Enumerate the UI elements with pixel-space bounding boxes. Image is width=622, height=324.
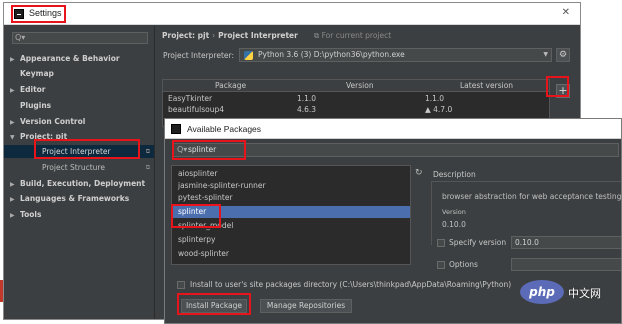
column-header-version[interactable]: Version	[346, 81, 374, 90]
sidebar-item-label: Plugins	[20, 101, 52, 110]
sidebar-item-languages[interactable]: ▶ Languages & Frameworks	[10, 192, 129, 205]
collapse-arrow-icon: ▼	[10, 134, 15, 141]
sidebar-item-project-structure[interactable]: Project Structure ⧉	[42, 161, 154, 174]
specify-version-label: Specify version	[449, 238, 507, 247]
interpreter-label: Project Interpreter:	[163, 51, 234, 60]
expand-arrow-icon: ▶	[10, 196, 15, 203]
sidebar-item-label: Project: pjt	[20, 132, 68, 141]
php-logo: php	[520, 280, 564, 304]
refresh-icon[interactable]: ↻	[415, 168, 423, 178]
interpreter-select[interactable]: Python 3.6 (3) D:\python36\python.exe ▼	[239, 48, 552, 62]
gear-icon[interactable]: ⚙	[556, 48, 570, 62]
list-item-selected[interactable]: splinter	[172, 206, 410, 218]
install-site-label: Install to user's site packages director…	[190, 280, 512, 289]
list-item[interactable]: splinter_model	[172, 220, 410, 232]
pycharm-app-icon	[171, 124, 181, 134]
list-item[interactable]: pytest-splinter	[172, 192, 410, 204]
column-header-latest[interactable]: Latest version	[460, 81, 513, 90]
sidebar-item-label: Project Structure	[42, 163, 105, 172]
breadcrumb-project[interactable]: Project: pjt	[162, 31, 209, 40]
specify-version-input[interactable]: 0.10.0	[511, 236, 621, 249]
table-row[interactable]: EasyTkinter 1.1.0 1.1.0	[163, 94, 549, 104]
sidebar-item-label: Languages & Frameworks	[20, 194, 130, 203]
sidebar-item-label: Tools	[20, 210, 42, 219]
package-latest: ▲ 4.7.0	[425, 105, 453, 114]
pycharm-app-icon	[14, 9, 24, 19]
options-label: Options	[449, 260, 478, 269]
version-label: Version	[442, 208, 466, 216]
package-version: 1.1.0	[297, 94, 317, 103]
available-packages-list: aiosplinter jasmine-splinter-runner pyte…	[171, 165, 411, 265]
sidebar-item-label: Keymap	[20, 69, 54, 78]
package-version: 4.6.3	[297, 105, 317, 114]
package-name: beautifulsoup4	[168, 105, 225, 114]
description-label: Description	[433, 170, 476, 179]
sidebar-item-plugins[interactable]: Plugins	[20, 99, 51, 112]
search-icon: Q▾	[177, 145, 188, 154]
copy-icon: ⧉	[145, 164, 150, 171]
interpreter-value: Python 3.6 (3) D:\python36\python.exe	[258, 50, 405, 59]
sidebar-item-keymap[interactable]: Keymap	[20, 67, 54, 80]
expand-arrow-icon: ▶	[10, 181, 15, 188]
edge-mark	[0, 280, 3, 302]
sidebar-item-appearance[interactable]: ▶ Appearance & Behavior	[10, 52, 120, 65]
sidebar-item-version-control[interactable]: ▶ Version Control	[10, 115, 85, 128]
sidebar-item-project-interpreter[interactable]: Project Interpreter ⧉	[42, 145, 154, 158]
search-icon: Q▾	[15, 33, 26, 42]
copy-icon: ⧉	[145, 148, 150, 155]
install-package-button[interactable]: Install Package	[181, 299, 247, 313]
sidebar-item-label: Build, Execution, Deployment	[20, 179, 146, 188]
settings-search-input[interactable]: Q▾	[12, 32, 148, 44]
expand-arrow-icon: ▶	[10, 56, 15, 63]
close-icon[interactable]: ✕	[562, 7, 570, 18]
breadcrumb: Project: pjt › Project Interpreter ⧉ For cu…	[162, 31, 391, 43]
php-watermark: php 中文网	[520, 280, 616, 306]
list-item[interactable]: jasmine-splinter-runner	[172, 180, 410, 192]
for-current-project-note: ⧉ For current project	[313, 31, 392, 40]
breadcrumb-page: Project Interpreter	[218, 31, 298, 40]
sidebar-item-label: Appearance & Behavior	[20, 54, 120, 63]
expand-arrow-icon: ▶	[10, 119, 15, 126]
version-value: 0.10.0	[442, 220, 466, 229]
settings-sidebar: Q▾ ▶ Appearance & Behavior Keymap ▶ Editor…	[4, 26, 155, 319]
sidebar-item-build[interactable]: ▶ Build, Execution, Deployment	[10, 177, 145, 190]
package-name: EasyTkinter	[168, 94, 213, 103]
sidebar-item-tools[interactable]: ▶ Tools	[10, 208, 41, 221]
sidebar-item-label: Version Control	[20, 117, 86, 126]
chevron-down-icon: ▼	[543, 51, 548, 58]
table-row[interactable]: beautifulsoup4 4.6.3 ▲ 4.7.0	[163, 105, 549, 115]
settings-titlebar: Settings ✕	[4, 3, 580, 25]
package-latest: 1.1.0	[425, 94, 445, 103]
sidebar-item-project[interactable]: ▼ Project: pjt	[10, 130, 67, 143]
add-package-button[interactable]: +	[556, 84, 570, 98]
install-site-checkbox[interactable]	[177, 281, 185, 289]
column-header-package[interactable]: Package	[215, 81, 246, 90]
sidebar-item-editor[interactable]: ▶ Editor	[10, 83, 46, 96]
package-search-input[interactable]: Q▾ splinter	[173, 143, 619, 157]
manage-repositories-button[interactable]: Manage Repositories	[260, 299, 352, 313]
python-icon	[244, 51, 253, 60]
dialog-title: Available Packages	[187, 124, 262, 134]
options-input[interactable]	[511, 258, 621, 271]
dialog-titlebar: Available Packages	[165, 119, 621, 139]
sidebar-item-label: Editor	[20, 85, 46, 94]
php-watermark-text: 中文网	[568, 287, 601, 300]
list-item[interactable]: aiosplinter	[172, 168, 410, 180]
specify-version-checkbox[interactable]	[437, 239, 445, 247]
list-item[interactable]: wood-splinter	[172, 248, 410, 260]
sidebar-item-label: Project Interpreter	[42, 147, 111, 156]
expand-arrow-icon: ▶	[10, 212, 15, 219]
options-checkbox[interactable]	[437, 261, 445, 269]
settings-title: Settings	[29, 8, 62, 18]
packages-table-header: Package Version Latest version	[163, 80, 549, 92]
for-current-project-text: For current project	[321, 31, 392, 40]
list-item[interactable]: splinterpy	[172, 234, 410, 246]
expand-arrow-icon: ▶	[10, 87, 15, 94]
description-text: browser abstraction for web acceptance t…	[442, 192, 622, 201]
breadcrumb-separator: ›	[212, 31, 216, 40]
package-search-value: splinter	[188, 145, 217, 154]
